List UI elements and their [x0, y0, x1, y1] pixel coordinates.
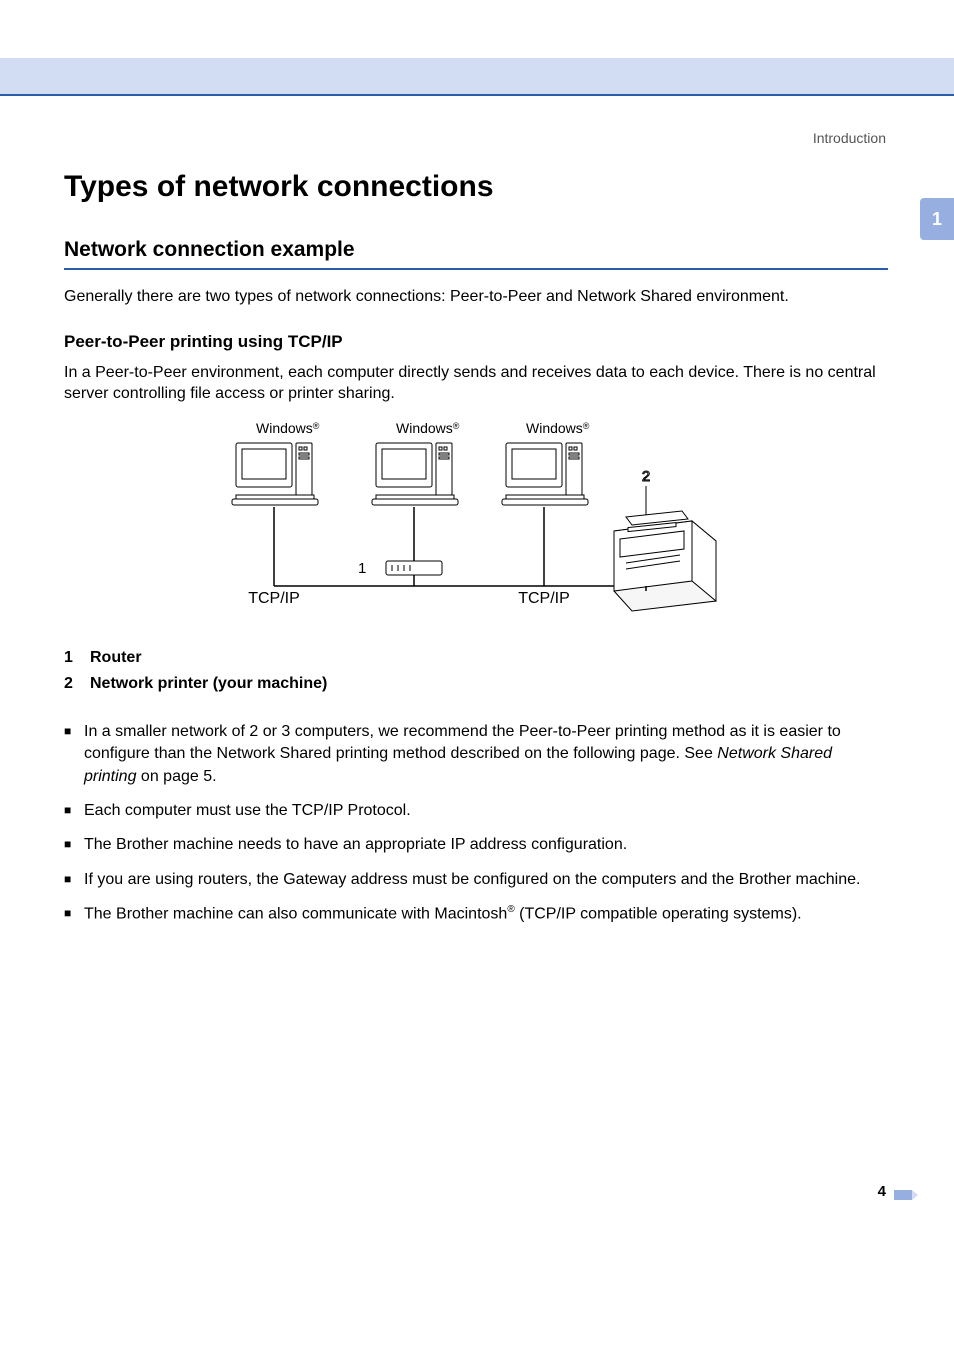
- bullet-text: The Brother machine needs to have an app…: [84, 836, 627, 853]
- network-diagram: Windows® Windows® Windows®: [196, 421, 756, 631]
- bullet-list: In a smaller network of 2 or 3 computers…: [64, 721, 888, 926]
- computer-icon: [502, 443, 588, 505]
- computer-icon: [372, 443, 458, 505]
- content-area: Types of network connections Network con…: [64, 170, 888, 938]
- list-item: In a smaller network of 2 or 3 computers…: [64, 721, 888, 788]
- bullet-text: on page 5.: [136, 768, 216, 785]
- chapter-tab: 1: [920, 198, 954, 240]
- diagram-legend: 1 Router 2 Network printer (your machine…: [64, 649, 888, 693]
- tcpip-label-left: TCP/IP: [248, 590, 300, 607]
- printer-icon: 2: [614, 468, 716, 611]
- subsection-heading: Peer-to-Peer printing using TCP/IP: [64, 332, 888, 352]
- pc-label-1: Windows®: [256, 421, 320, 436]
- page-number: 4: [878, 1183, 886, 1200]
- list-item: The Brother machine can also communicate…: [64, 903, 888, 926]
- bullet-text: (TCP/IP compatible operating systems).: [515, 905, 802, 922]
- section-heading: Network connection example: [64, 238, 888, 270]
- tcpip-label-right: TCP/IP: [518, 590, 570, 607]
- header-rule: [0, 94, 954, 96]
- callout-1: 1: [358, 560, 366, 577]
- page-title: Types of network connections: [64, 170, 888, 204]
- pc-label-3: Windows®: [526, 421, 590, 436]
- subsection-paragraph: In a Peer-to-Peer environment, each comp…: [64, 362, 888, 405]
- list-item: If you are using routers, the Gateway ad…: [64, 869, 888, 891]
- list-item: Each computer must use the TCP/IP Protoc…: [64, 800, 888, 822]
- header-band: [0, 58, 954, 94]
- callout-2: 2: [642, 468, 650, 485]
- pc-label-2: Windows®: [396, 421, 460, 436]
- router-icon: [386, 561, 442, 575]
- bullet-text: Each computer must use the TCP/IP Protoc…: [84, 802, 411, 819]
- section-label: Introduction: [813, 130, 886, 146]
- legend-item: 1 Router: [64, 649, 888, 667]
- page-flag-icon: [894, 1190, 912, 1200]
- legend-text: Network printer (your machine): [90, 675, 327, 693]
- legend-text: Router: [90, 649, 142, 667]
- legend-item: 2 Network printer (your machine): [64, 675, 888, 693]
- legend-num: 2: [64, 675, 76, 693]
- registered-mark: ®: [507, 904, 514, 915]
- bullet-text: The Brother machine can also communicate…: [84, 905, 507, 922]
- list-item: The Brother machine needs to have an app…: [64, 834, 888, 856]
- bullet-text: If you are using routers, the Gateway ad…: [84, 871, 860, 888]
- legend-num: 1: [64, 649, 76, 667]
- computer-icon: [232, 443, 318, 505]
- intro-paragraph: Generally there are two types of network…: [64, 286, 888, 308]
